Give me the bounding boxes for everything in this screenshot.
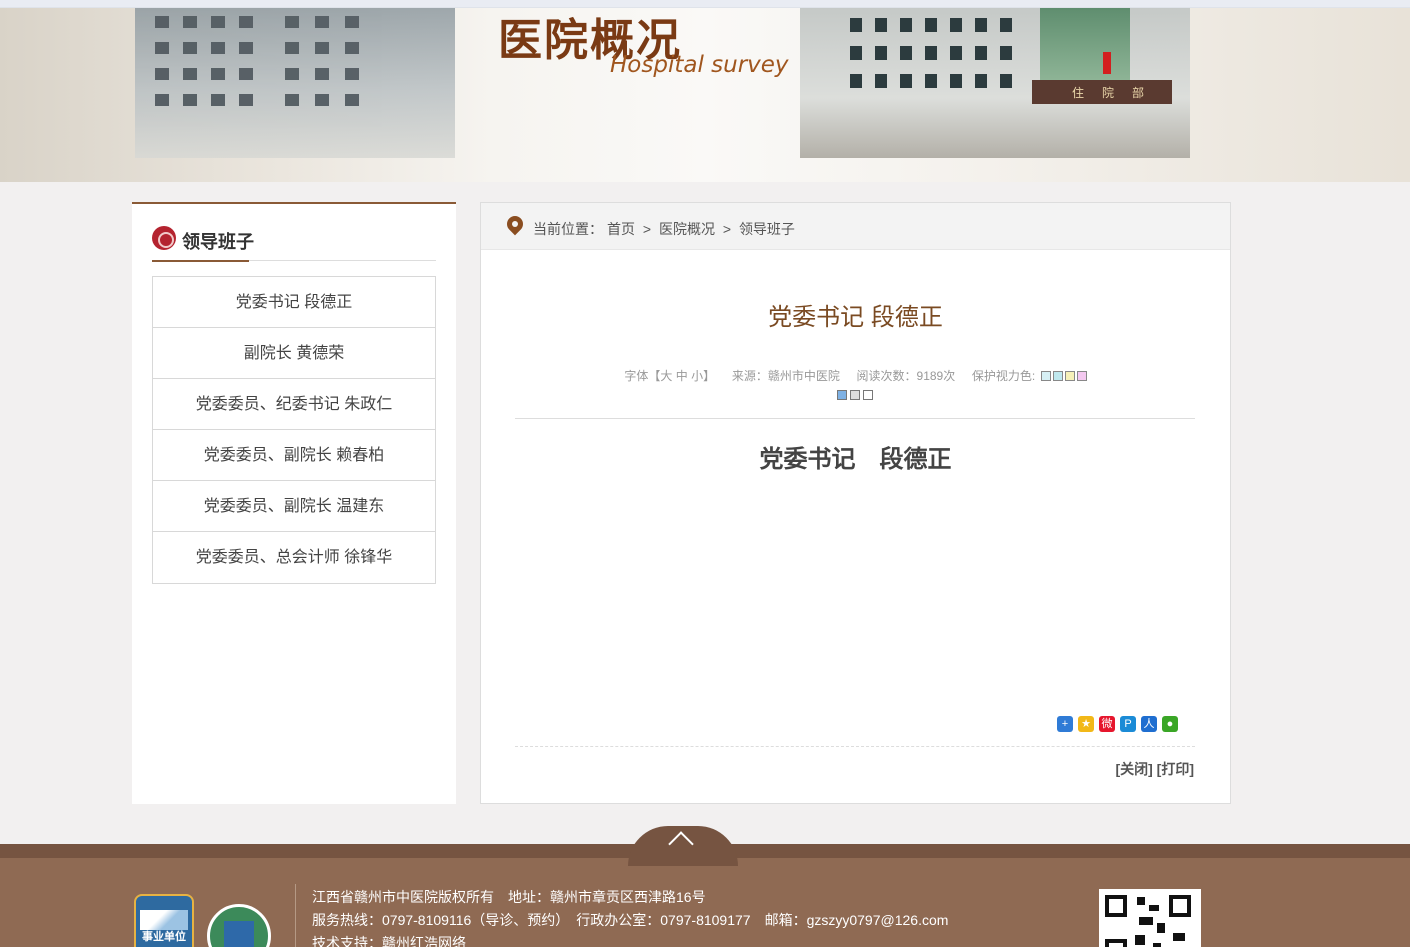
- banner-subtitle: Hospital survey: [610, 52, 789, 78]
- sidebar-item-wen-jiandong[interactable]: 党委委员、副院长 温建东: [153, 481, 435, 532]
- article-actions: [关闭] [打印]: [1115, 759, 1194, 779]
- qzone-share-icon[interactable]: ★: [1078, 716, 1094, 732]
- eye-care-color-4[interactable]: [1076, 371, 1087, 381]
- sidebar-item-lai-chunbai[interactable]: 党委委员、副院长 赖春柏: [153, 430, 435, 481]
- article-title: 党委书记 段德正: [768, 304, 943, 331]
- hospital-building-photo-right: 住院部: [800, 8, 1190, 158]
- share-more-icon[interactable]: +: [1057, 716, 1073, 732]
- weibo-share-icon[interactable]: 微: [1099, 716, 1115, 732]
- font-small-link[interactable]: 小: [691, 369, 703, 383]
- hospital-logo-icon: [152, 226, 176, 250]
- eye-care-color-6[interactable]: [850, 390, 860, 400]
- article-views: 阅读次数：9189次: [856, 369, 956, 383]
- article-body-heading: 党委书记 段德正: [759, 446, 952, 473]
- top-bar: [0, 0, 1410, 8]
- sidebar-item-xu-fenghua[interactable]: 党委委员、总会计师 徐锋华: [153, 532, 435, 583]
- eye-care-color-1[interactable]: [1040, 371, 1051, 381]
- chevron-up-icon: [668, 831, 694, 857]
- breadcrumb-section-link[interactable]: 医院概况: [659, 221, 715, 237]
- back-to-top-button[interactable]: [628, 826, 738, 866]
- breadcrumb-separator: >: [642, 221, 652, 237]
- article-source: 来源：赣州市中医院: [731, 369, 840, 383]
- eye-care-color-2[interactable]: [1052, 371, 1063, 381]
- footer-contact: 服务热线：0797-8109116（导诊、预约） 行政办公室：0797-8109…: [312, 912, 949, 928]
- eye-care-color-5[interactable]: [837, 390, 847, 400]
- font-size-label: 字体【: [624, 369, 661, 383]
- breadcrumb-separator: >: [722, 221, 732, 237]
- sidebar-item-huang-derong[interactable]: 副院长 黄德荣: [153, 328, 435, 379]
- eye-care-row2: [837, 387, 876, 405]
- badge-text: 事业单位: [142, 931, 186, 943]
- article-panel: 当前位置： 首页 > 医院概况 > 领导班子 党委书记 段德正 字体【大 中 小】…: [480, 202, 1231, 804]
- qr-code: [1099, 889, 1201, 947]
- eye-care-color-7[interactable]: [863, 390, 873, 400]
- wechat-share-icon[interactable]: ●: [1162, 716, 1178, 732]
- sidebar-heading: 领导班子: [152, 224, 436, 262]
- eye-care-color-3[interactable]: [1064, 371, 1075, 381]
- sidebar-item-duan-dezheng[interactable]: 党委书记 段德正: [153, 277, 435, 328]
- eye-care-label: 保护视力色:: [971, 369, 1036, 383]
- footer-copyright: 江西省赣州市中医院版权所有 地址：赣州市章贡区西津路16号: [312, 889, 706, 905]
- sidebar-list: 党委书记 段德正 副院长 黄德荣 党委委员、纪委书记 朱政仁 党委委员、副院长 …: [152, 276, 436, 584]
- footer-info: 江西省赣州市中医院版权所有 地址：赣州市章贡区西津路16号 服务热线：0797-…: [312, 886, 948, 947]
- close-link[interactable]: [关闭]: [1115, 761, 1152, 777]
- sidebar-item-zhu-zhengren[interactable]: 党委委员、纪委书记 朱政仁: [153, 379, 435, 430]
- building-sign: 住院部: [1072, 86, 1163, 100]
- print-link[interactable]: [打印]: [1157, 761, 1194, 777]
- breadcrumb-home-link[interactable]: 首页: [607, 221, 635, 237]
- divider: [515, 418, 1195, 419]
- dashed-divider: [515, 746, 1195, 747]
- page-banner: 医院概况 Hospital survey 住院部: [0, 8, 1410, 182]
- location-pin-icon: [503, 212, 527, 236]
- breadcrumb-current[interactable]: 领导班子: [739, 221, 795, 237]
- tencent-share-icon[interactable]: P: [1120, 716, 1136, 732]
- font-medium-link[interactable]: 中: [676, 369, 688, 383]
- footer-divider: [295, 884, 296, 947]
- footer-tech-support: 技术支持：赣州红浩网络: [312, 935, 466, 947]
- sidebar: 领导班子 党委书记 段德正 副院长 黄德荣 党委委员、纪委书记 朱政仁 党委委员…: [132, 202, 456, 804]
- hospital-building-photo-left: [135, 8, 455, 158]
- breadcrumb: 当前位置： 首页 > 医院概况 > 领导班子: [481, 203, 1230, 250]
- article-meta: 字体【大 中 小】 来源：赣州市中医院 阅读次数：9189次 保护视力色:: [481, 367, 1230, 384]
- sidebar-title: 领导班子: [182, 232, 254, 252]
- font-size-label-close: 】: [703, 369, 716, 383]
- renren-share-icon[interactable]: 人: [1141, 716, 1157, 732]
- font-large-link[interactable]: 大: [660, 369, 672, 383]
- share-bar: + ★ 微 P 人 ●: [1057, 714, 1183, 732]
- breadcrumb-prefix: 当前位置：: [533, 221, 603, 237]
- public-institution-badge[interactable]: 事业单位: [134, 894, 194, 947]
